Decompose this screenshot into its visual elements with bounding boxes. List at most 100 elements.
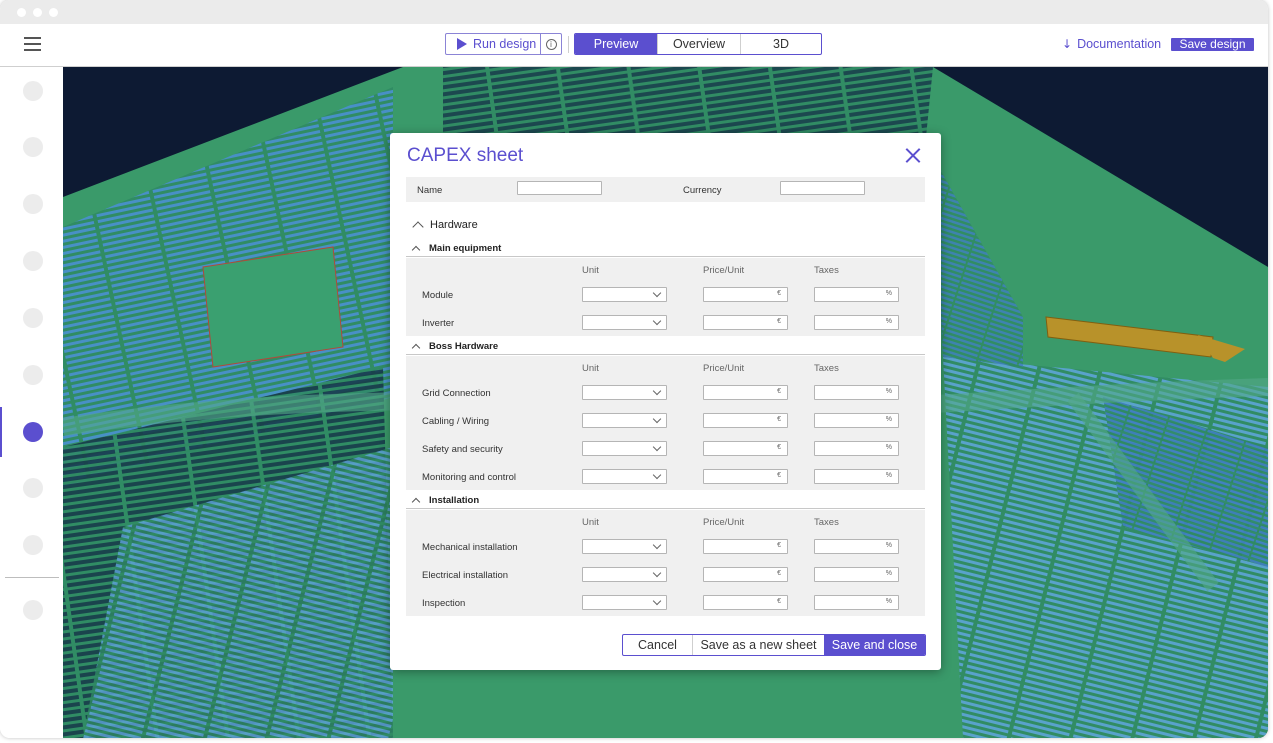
save-design-button[interactable]: Save design <box>1171 38 1254 51</box>
unit-select[interactable] <box>582 595 667 610</box>
tab-preview[interactable]: Preview <box>575 34 657 54</box>
tab-overview[interactable]: Overview <box>657 34 740 54</box>
download-icon: ↓ <box>1062 37 1073 51</box>
sidebar-item-2[interactable] <box>23 137 43 157</box>
price-input[interactable]: € <box>703 413 788 428</box>
chevron-down-icon <box>652 596 662 606</box>
unit-select[interactable] <box>582 539 667 554</box>
toolbar-divider <box>568 36 569 53</box>
cancel-button[interactable]: Cancel <box>623 635 693 655</box>
column-taxes: Taxes <box>814 517 839 528</box>
chevron-down-icon <box>652 442 662 452</box>
taxes-input[interactable]: % <box>814 441 899 456</box>
sidebar-item-10[interactable] <box>23 600 43 620</box>
row-label: Inspection <box>422 598 466 609</box>
chevron-down-icon <box>652 414 662 424</box>
row-label: Monitoring and control <box>422 472 516 483</box>
price-input[interactable]: € <box>703 287 788 302</box>
sidebar-item-3[interactable] <box>23 194 43 214</box>
dialog-title: CAPEX sheet <box>407 145 524 166</box>
chevron-down-icon <box>652 316 662 326</box>
price-input[interactable]: € <box>703 595 788 610</box>
name-input[interactable] <box>517 181 602 195</box>
column-unit: Unit <box>582 363 599 374</box>
section-body: Unit Price/Unit Taxes Module € % Inverte… <box>406 258 925 336</box>
currency-input[interactable] <box>780 181 865 195</box>
window-minimize-dot[interactable] <box>33 8 42 17</box>
row-label: Electrical installation <box>422 570 509 581</box>
run-design-label: Run design <box>473 37 537 51</box>
taxes-input[interactable]: % <box>814 315 899 330</box>
row-label: Grid Connection <box>422 388 491 399</box>
tab-3d[interactable]: 3D <box>740 34 821 54</box>
hardware-label: Hardware <box>430 219 478 231</box>
unit-select[interactable] <box>582 413 667 428</box>
window-zoom-dot[interactable] <box>49 8 58 17</box>
taxes-input[interactable]: % <box>814 595 899 610</box>
price-input[interactable]: € <box>703 385 788 400</box>
section-body: Unit Price/Unit Taxes Grid Connection € … <box>406 356 925 490</box>
sidebar-item-6[interactable] <box>23 365 43 385</box>
close-icon[interactable] <box>905 147 922 164</box>
taxes-input[interactable]: % <box>814 287 899 302</box>
sidebar-item-5[interactable] <box>23 308 43 328</box>
sidebar-item-4[interactable] <box>23 251 43 271</box>
section-main-equipment[interactable]: Main equipment <box>406 241 925 257</box>
unit-select[interactable] <box>582 287 667 302</box>
unit-select[interactable] <box>582 441 667 456</box>
row-label: Safety and security <box>422 444 503 455</box>
save-and-close-button[interactable]: Save and close <box>824 635 925 655</box>
window-close-dot[interactable] <box>17 8 26 17</box>
section-boss-hardware[interactable]: Boss Hardware <box>406 339 925 355</box>
chevron-down-icon <box>652 540 662 550</box>
info-button[interactable]: i <box>541 34 561 54</box>
price-input[interactable]: € <box>703 567 788 582</box>
dialog-actions: Cancel Save as a new sheet Save and clos… <box>622 634 926 656</box>
price-input[interactable]: € <box>703 315 788 330</box>
hardware-toggle[interactable]: Hardware <box>412 219 478 233</box>
unit-select[interactable] <box>582 469 667 484</box>
play-icon <box>457 38 467 50</box>
column-price: Price/Unit <box>703 517 745 528</box>
sidebar <box>0 67 63 738</box>
name-label: Name <box>417 185 443 196</box>
chevron-down-icon <box>652 470 662 480</box>
view-tabs: Preview Overview 3D <box>574 33 822 55</box>
sidebar-divider <box>5 577 59 578</box>
top-toolbar: Run design i Preview Overview 3D ↓ Docum… <box>0 24 1268 67</box>
price-input[interactable]: € <box>703 441 788 456</box>
capex-sheet-dialog: CAPEX sheet Name Currency Hardware Main … <box>390 133 941 670</box>
sidebar-item-8[interactable] <box>23 478 43 498</box>
title-bar <box>0 0 1268 24</box>
sidebar-active-indicator <box>0 407 2 457</box>
column-taxes: Taxes <box>814 265 839 276</box>
menu-icon[interactable] <box>24 36 41 52</box>
run-design-group: Run design i <box>445 33 562 55</box>
taxes-input[interactable]: % <box>814 539 899 554</box>
taxes-input[interactable]: % <box>814 567 899 582</box>
run-design-button[interactable]: Run design <box>446 34 541 54</box>
price-input[interactable]: € <box>703 539 788 554</box>
section-installation[interactable]: Installation <box>406 493 925 509</box>
price-input[interactable]: € <box>703 469 788 484</box>
sidebar-item-9[interactable] <box>23 535 43 555</box>
section-title: Installation <box>429 495 480 506</box>
sidebar-item-capex[interactable] <box>23 422 43 442</box>
save-as-new-sheet-button[interactable]: Save as a new sheet <box>693 635 824 655</box>
documentation-link[interactable]: ↓ Documentation <box>1062 37 1161 51</box>
sheet-meta-row: Name Currency <box>406 177 925 202</box>
unit-select[interactable] <box>582 315 667 330</box>
taxes-input[interactable]: % <box>814 413 899 428</box>
row-label: Cabling / Wiring <box>422 416 490 427</box>
chevron-up-icon <box>411 245 421 255</box>
chevron-up-icon <box>411 343 421 353</box>
taxes-input[interactable]: % <box>814 385 899 400</box>
unit-select[interactable] <box>582 567 667 582</box>
section-title: Main equipment <box>429 243 502 254</box>
unit-select[interactable] <box>582 385 667 400</box>
section-title: Boss Hardware <box>429 341 499 352</box>
app-window: Run design i Preview Overview 3D ↓ Docum… <box>0 0 1268 738</box>
taxes-input[interactable]: % <box>814 469 899 484</box>
sidebar-item-1[interactable] <box>23 81 43 101</box>
row-label: Inverter <box>422 318 455 329</box>
